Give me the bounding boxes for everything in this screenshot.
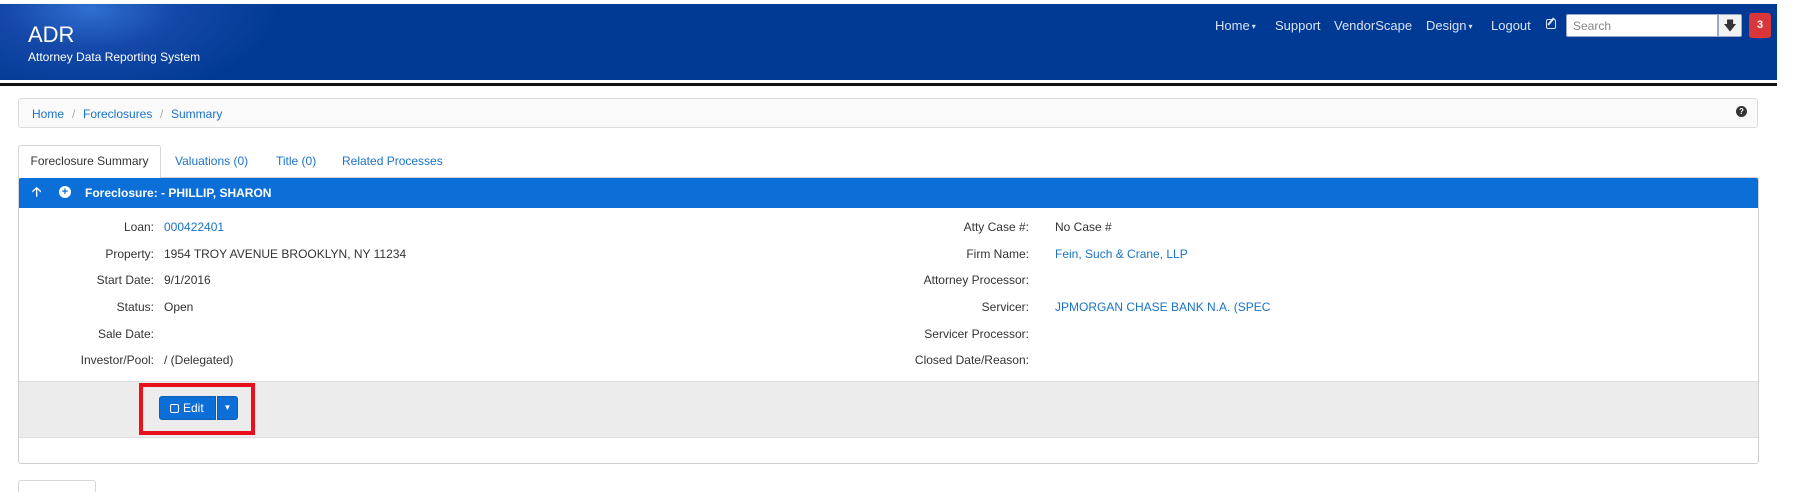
chevron-down-icon: ▼ xyxy=(223,403,232,412)
top-header: ADR Attorney Data Reporting System Home ▾… xyxy=(0,4,1777,80)
breadcrumb-separator: / xyxy=(72,107,76,121)
edit-icon[interactable] xyxy=(1546,19,1556,29)
property-label: Property: xyxy=(105,247,154,261)
servicer-value[interactable]: JPMORGAN CHASE BANK N.A. (SPEC xyxy=(1055,300,1270,314)
notification-badge[interactable]: 3 xyxy=(1749,13,1771,38)
breadcrumb: Home / Foreclosures / Summary ? xyxy=(18,98,1758,128)
breadcrumb-summary[interactable]: Summary xyxy=(171,107,222,121)
start-date-value: 9/1/2016 xyxy=(164,273,211,287)
tab-title[interactable]: Title (0) xyxy=(276,146,316,176)
download-icon[interactable]: 🡇 xyxy=(1718,14,1742,37)
nav-support[interactable]: Support xyxy=(1275,18,1321,34)
window-edge xyxy=(1777,0,1793,488)
header-divider xyxy=(0,83,1777,86)
attorney-processor-label: Attorney Processor: xyxy=(923,273,1029,287)
help-icon[interactable]: ? xyxy=(1736,106,1747,117)
app-title[interactable]: ADR xyxy=(28,24,74,46)
loan-value[interactable]: 000422401 xyxy=(164,220,224,234)
breadcrumb-home[interactable]: Home xyxy=(32,107,64,121)
chevron-down-icon: ▾ xyxy=(1251,21,1256,31)
nav-logout[interactable]: Logout xyxy=(1491,18,1531,34)
app-subtitle: Attorney Data Reporting System xyxy=(28,50,201,64)
breadcrumb-separator: / xyxy=(160,107,164,121)
investor-pool-value: / (Delegated) xyxy=(164,353,234,367)
lower-tab-stub xyxy=(18,480,96,492)
search-input[interactable] xyxy=(1566,14,1718,37)
nav-design-label: Design xyxy=(1426,18,1467,33)
tab-valuations[interactable]: Valuations (0) xyxy=(175,146,248,176)
nav-home-label: Home xyxy=(1215,18,1250,33)
atty-case-value: No Case # xyxy=(1055,220,1112,234)
servicer-processor-label: Servicer Processor: xyxy=(924,327,1029,341)
tab-foreclosure-summary[interactable]: Foreclosure Summary xyxy=(18,145,161,178)
sale-date-label: Sale Date: xyxy=(97,327,154,341)
nav-design-dropdown[interactable]: Design ▾ xyxy=(1426,18,1472,34)
edit-dropdown-toggle[interactable]: ▼ xyxy=(217,396,238,420)
edit-button[interactable]: Edit xyxy=(159,396,216,420)
nav-home-dropdown[interactable]: Home ▾ xyxy=(1215,18,1256,34)
servicer-label: Servicer: xyxy=(981,300,1029,314)
investor-pool-label: Investor/Pool: xyxy=(80,353,154,367)
breadcrumb-foreclosures[interactable]: Foreclosures xyxy=(83,107,152,121)
loan-label: Loan: xyxy=(123,220,154,234)
panel-footer: Edit ▼ xyxy=(19,381,1758,438)
closed-date-reason-label: Closed Date/Reason: xyxy=(914,353,1029,367)
edit-button-label: Edit xyxy=(183,401,204,415)
foreclosure-panel: 🡡 + Foreclosure: - PHILLIP, SHARON Loan:… xyxy=(18,177,1759,464)
arrow-up-icon[interactable]: 🡡 xyxy=(32,184,41,200)
status-value: Open xyxy=(164,300,194,314)
panel-title: Foreclosure: - PHILLIP, SHARON xyxy=(85,186,272,200)
chevron-down-icon: ▾ xyxy=(1468,21,1473,31)
plus-circle-icon[interactable]: + xyxy=(59,186,71,198)
start-date-label: Start Date: xyxy=(96,273,154,287)
firm-name-label: Firm Name: xyxy=(966,247,1029,261)
property-value: 1954 TROY AVENUE BROOKLYN, NY 11234 xyxy=(164,247,407,261)
atty-case-label: Atty Case #: xyxy=(963,220,1029,234)
status-label: Status: xyxy=(116,300,154,314)
tab-related-processes[interactable]: Related Processes xyxy=(342,146,443,176)
nav-vendorscape[interactable]: VendorScape xyxy=(1334,18,1412,34)
firm-name-value[interactable]: Fein, Such & Crane, LLP xyxy=(1055,247,1188,261)
panel-header: 🡡 + Foreclosure: - PHILLIP, SHARON xyxy=(19,178,1758,208)
edit-icon xyxy=(170,404,179,413)
